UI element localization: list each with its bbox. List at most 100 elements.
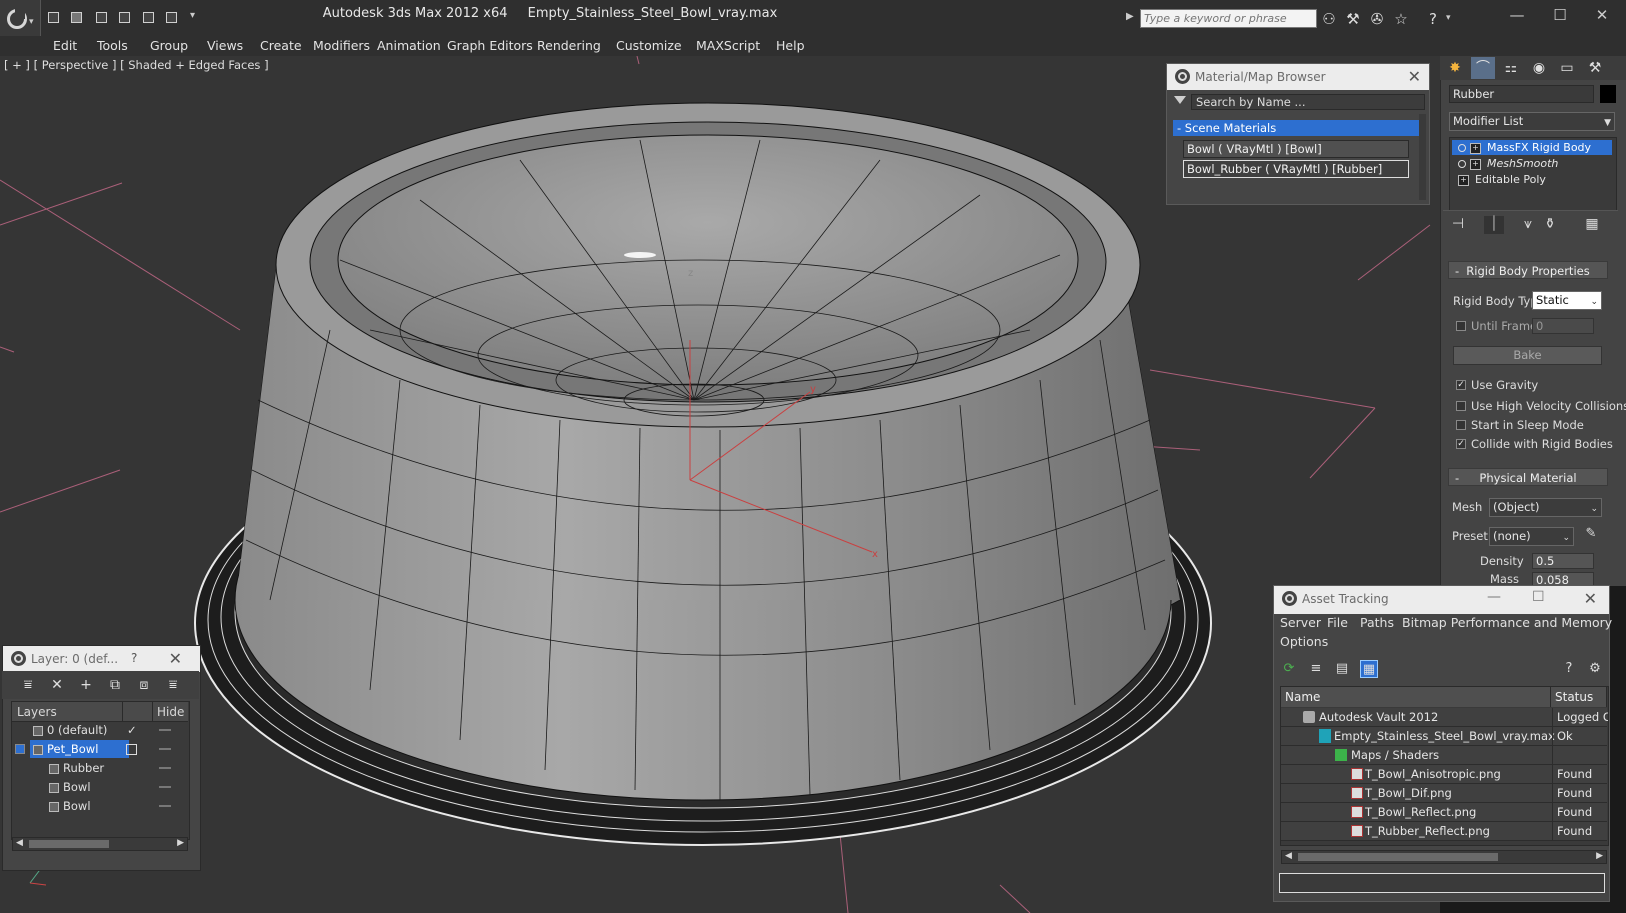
configure-modifier-sets-icon[interactable]: ▦	[1582, 216, 1602, 234]
use-gravity-checkbox[interactable]: ✓	[1456, 380, 1466, 390]
material-item[interactable]: Bowl ( VRayMtl ) [Bowl]	[1183, 140, 1409, 158]
layer-row-default[interactable]: 0 (default) ✓	[12, 721, 188, 739]
asset-settings-icon[interactable]: ⚙	[1586, 660, 1604, 678]
utilities-tab-wrench-icon[interactable]: ⚒	[1583, 57, 1607, 79]
material-item[interactable]: Bowl_Rubber ( VRayMtl ) [Rubber]	[1183, 160, 1409, 178]
hierarchy-tab-icon[interactable]: ⚏	[1499, 57, 1523, 79]
filter-dropdown-icon[interactable]	[1174, 96, 1186, 104]
asset-path-field[interactable]	[1279, 873, 1605, 893]
object-name-field[interactable]: Rubber	[1449, 85, 1594, 103]
minimize-panel-button[interactable]: —	[1487, 589, 1501, 605]
bake-button[interactable]: Bake	[1453, 346, 1602, 365]
asset-row[interactable]: Maps / Shaders	[1281, 746, 1607, 765]
tree-view-icon[interactable]: ▤	[1333, 660, 1351, 678]
asset-help-icon[interactable]: ?	[1560, 660, 1578, 678]
until-frame-checkbox[interactable]	[1456, 321, 1466, 331]
name-column-header[interactable]: Name	[1281, 687, 1551, 707]
create-tab-sun-icon[interactable]: ✸	[1443, 57, 1467, 79]
stack-item-massfx[interactable]: + MassFX Rigid Body	[1452, 140, 1612, 155]
scroll-left-icon[interactable]: ◀	[1285, 851, 1292, 861]
layer-row-pet-bowl[interactable]: Pet_Bowl	[12, 740, 188, 758]
delete-layer-icon[interactable]: ✕	[47, 677, 67, 695]
collapse-icon[interactable]	[15, 744, 25, 754]
hide-toggle[interactable]	[159, 729, 171, 731]
scroll-right-icon[interactable]: ▶	[1596, 851, 1603, 861]
stack-item-meshsmooth[interactable]: + MeshSmooth	[1452, 156, 1612, 171]
motion-tab-icon[interactable]: ◉	[1527, 57, 1551, 79]
active-layer-check-icon[interactable]: ✓	[127, 721, 137, 739]
minimize-window-button[interactable]: —	[1497, 4, 1537, 26]
set-current-layer-icon[interactable]	[126, 744, 137, 755]
make-unique-icon[interactable]: ⩛	[1518, 216, 1538, 234]
subscription-center-icon[interactable]: ⚒	[1344, 10, 1362, 28]
material-browser-titlebar[interactable]: Material/Map Browser ✕	[1167, 64, 1429, 90]
close-window-button[interactable]: ✕	[1582, 4, 1622, 26]
favorites-star-icon[interactable]: ☆	[1392, 10, 1410, 28]
layer-row-object[interactable]: Rubber	[12, 759, 188, 777]
new-layer-icon[interactable]: ⩸	[18, 677, 38, 695]
lightbulb-icon[interactable]	[1458, 160, 1466, 168]
asset-menu-file[interactable]: File	[1327, 615, 1348, 630]
expand-icon[interactable]: +	[1470, 142, 1481, 154]
list-view-icon[interactable]: ≡	[1307, 660, 1325, 678]
binoculars-icon[interactable]: ⚇	[1320, 10, 1338, 28]
sleep-mode-checkbox[interactable]	[1456, 420, 1466, 430]
viewport-label[interactable]: [ + ] [ Perspective ] [ Shaded + Edged F…	[4, 58, 269, 72]
hide-toggle[interactable]	[159, 805, 171, 807]
rigid-body-properties-rollout[interactable]: - Rigid Body Properties	[1448, 261, 1608, 279]
mass-spinner[interactable]: 0.058	[1532, 572, 1594, 586]
help-dropdown-icon[interactable]: ▾	[1446, 13, 1451, 23]
preset-dropdown[interactable]: (none) ⌄	[1489, 527, 1574, 546]
lightbulb-icon[interactable]	[1458, 144, 1466, 152]
maximize-panel-button[interactable]: ☐	[1532, 589, 1545, 605]
layer-list-scrollbar[interactable]: ◀ ▶	[12, 837, 188, 851]
maximize-window-button[interactable]: ☐	[1540, 4, 1580, 26]
menu-modifiers[interactable]: Modifiers	[313, 38, 370, 53]
infocenter-expand-icon[interactable]: ▶	[1126, 11, 1134, 22]
add-to-layer-icon[interactable]: +	[76, 677, 96, 695]
menu-graph-editors[interactable]: Graph Editors	[447, 38, 533, 53]
asset-menu-bitmap-performance[interactable]: Bitmap Performance and Memory	[1402, 615, 1612, 630]
table-view-icon[interactable]: ▦	[1360, 660, 1378, 678]
menu-customize[interactable]: Customize	[616, 38, 682, 53]
pin-stack-icon[interactable]: ⊣	[1448, 216, 1468, 234]
eyedropper-icon[interactable]: ✎	[1582, 526, 1600, 544]
scene-materials-group[interactable]: - Scene Materials	[1173, 120, 1419, 136]
close-icon[interactable]: ✕	[1584, 589, 1597, 608]
hide-toggle[interactable]	[159, 748, 171, 750]
menu-maxscript[interactable]: MAXScript	[696, 38, 760, 53]
highlight-layer-icon[interactable]: ⧈	[134, 677, 154, 695]
until-frame-spinner[interactable]: 0	[1532, 318, 1594, 334]
asset-row[interactable]: T_Bowl_Reflect.png Found	[1281, 803, 1607, 822]
hide-toggle[interactable]	[159, 767, 171, 769]
expand-icon[interactable]: +	[1458, 174, 1469, 186]
display-tab-icon[interactable]: ▭	[1555, 57, 1579, 79]
status-column-header[interactable]: Status	[1551, 687, 1607, 707]
stack-item-editable-poly[interactable]: + Editable Poly	[1452, 172, 1612, 187]
asset-menu-paths[interactable]: Paths	[1360, 615, 1394, 630]
modifier-list-dropdown[interactable]: Modifier List ▼	[1449, 112, 1615, 131]
hide-column-header[interactable]: Hide	[157, 705, 184, 719]
close-icon[interactable]: ✕	[1408, 67, 1421, 86]
menu-create[interactable]: Create	[260, 38, 302, 53]
layer-row-object[interactable]: Bowl	[12, 797, 188, 815]
menu-rendering[interactable]: Rendering	[537, 38, 601, 53]
menu-help[interactable]: Help	[776, 38, 805, 53]
asset-row[interactable]: Empty_Stainless_Steel_Bowl_vray.max Ok	[1281, 727, 1607, 746]
help-icon[interactable]: ?	[1424, 10, 1442, 28]
physical-material-rollout[interactable]: - Physical Material	[1448, 468, 1608, 486]
communication-center-icon[interactable]: ✇	[1368, 10, 1386, 28]
keyword-search-box[interactable]	[1140, 9, 1317, 28]
asset-row[interactable]: T_Bowl_Dif.png Found	[1281, 784, 1607, 803]
scroll-left-icon[interactable]: ◀	[16, 838, 23, 848]
expand-icon[interactable]: +	[1470, 158, 1481, 170]
help-button[interactable]: ?	[131, 651, 137, 665]
object-color-swatch[interactable]	[1600, 85, 1616, 103]
layer-panel-titlebar[interactable]: Layer: 0 (def... ? ✕	[3, 646, 200, 672]
refresh-icon[interactable]: ⟳	[1280, 660, 1298, 678]
asset-tracking-titlebar[interactable]: Asset Tracking — ☐ ✕	[1274, 586, 1609, 614]
mesh-dropdown[interactable]: (Object) ⌄	[1489, 498, 1602, 517]
select-in-layer-icon[interactable]: ⧉	[105, 677, 125, 695]
hide-all-layers-icon[interactable]: ⩸	[163, 677, 183, 695]
menu-views[interactable]: Views	[207, 38, 243, 53]
